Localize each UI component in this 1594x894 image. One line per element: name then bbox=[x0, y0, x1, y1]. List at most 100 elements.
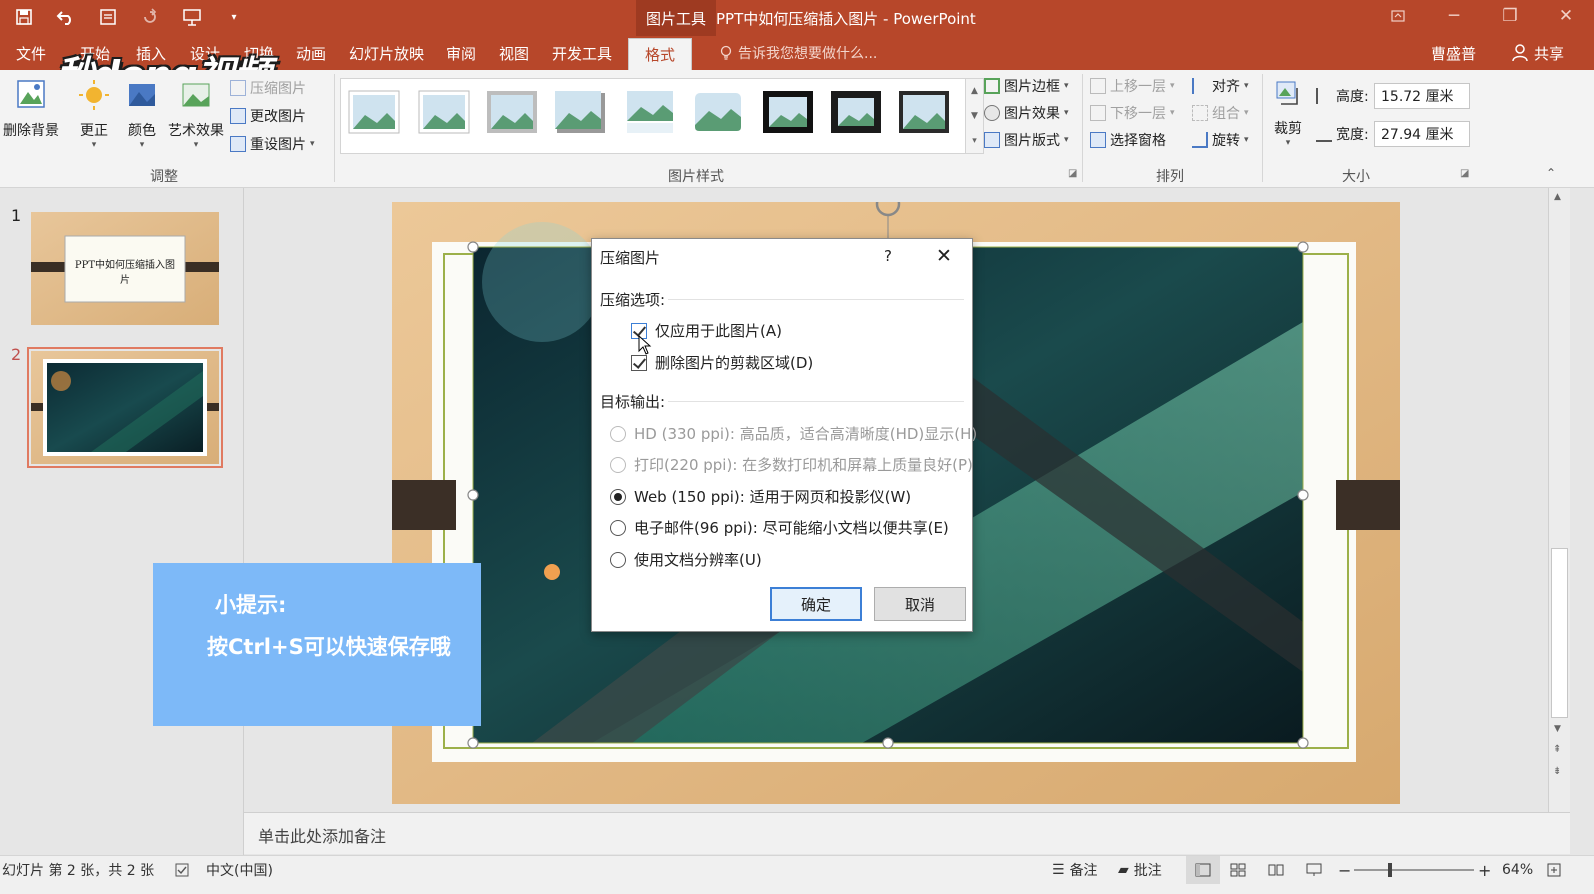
spell-check-icon[interactable] bbox=[174, 856, 190, 884]
language-indicator[interactable]: 中文(中国) bbox=[206, 856, 273, 884]
user-name[interactable]: 曹盛普 bbox=[1431, 36, 1476, 70]
comments-toggle[interactable]: ▰ 批注 bbox=[1118, 856, 1162, 884]
gallery-up-icon[interactable]: ▲ bbox=[971, 86, 978, 96]
tell-me-search[interactable]: 告诉我您想要做什么... bbox=[720, 36, 877, 70]
redo-icon[interactable] bbox=[136, 4, 164, 30]
cancel-button[interactable]: 取消 bbox=[874, 587, 966, 621]
tab-view[interactable]: 视图 bbox=[499, 36, 529, 70]
next-slide-icon[interactable]: ⇟ bbox=[1553, 766, 1561, 777]
collapse-ribbon-icon[interactable]: ⌃ bbox=[1546, 166, 1556, 180]
radio-print-row[interactable]: 打印(220 ppi): 在多数打印机和屏幕上质量良好(P) bbox=[610, 454, 973, 475]
close-icon[interactable]: ✕ bbox=[932, 245, 956, 267]
radio-web-row[interactable]: Web (150 ppi): 适用于网页和投影仪(W) bbox=[610, 486, 911, 507]
radio-web[interactable] bbox=[610, 488, 626, 505]
ok-button[interactable]: 确定 bbox=[770, 587, 862, 621]
notes-toggle[interactable]: ☰ 备注 bbox=[1052, 856, 1098, 884]
apply-only-checkbox-row[interactable]: 仅应用于此图片(A) bbox=[631, 320, 782, 341]
tab-slideshow[interactable]: 幻灯片放映 bbox=[349, 36, 424, 70]
align-button[interactable]: 对齐 ▾ bbox=[1192, 76, 1249, 96]
picture-styles-launcher-icon[interactable]: ◪ bbox=[1068, 168, 1077, 179]
radio-document-resolution[interactable] bbox=[610, 551, 626, 568]
gallery-scroll[interactable]: ▲ ▼ ▾ bbox=[966, 78, 984, 154]
style-thumb-beveled[interactable] bbox=[485, 89, 539, 135]
group-button[interactable]: 组合 ▾ bbox=[1192, 103, 1249, 123]
picture-layout-button[interactable]: 图片版式 ▾ bbox=[984, 130, 1069, 150]
style-thumb-black-shadow[interactable] bbox=[829, 89, 883, 135]
presenter-icon[interactable] bbox=[178, 4, 206, 30]
style-thumb-soft-edge[interactable] bbox=[417, 89, 471, 135]
radio-email[interactable] bbox=[610, 519, 626, 536]
slide-thumbnail-2[interactable] bbox=[27, 347, 223, 468]
style-thumb-thick-black[interactable] bbox=[761, 89, 815, 135]
width-input[interactable]: 27.94 厘米 bbox=[1374, 121, 1470, 147]
notes-pane[interactable]: 单击此处添加备注 bbox=[244, 812, 1570, 854]
help-button[interactable]: ? bbox=[878, 245, 898, 267]
picture-effects-button[interactable]: 图片效果 ▾ bbox=[984, 103, 1069, 123]
start-from-beginning-icon[interactable] bbox=[94, 4, 122, 30]
height-input[interactable]: 15.72 厘米 bbox=[1374, 83, 1470, 109]
radio-email-row[interactable]: 电子邮件(96 ppi): 尽可能缩小文档以便共享(E) bbox=[610, 517, 949, 538]
reading-view-icon[interactable] bbox=[1268, 856, 1284, 884]
bring-forward-button[interactable]: 上移一层 ▾ bbox=[1090, 76, 1175, 96]
zoom-slider-track[interactable] bbox=[1354, 869, 1474, 871]
gallery-more-icon[interactable]: ▾ bbox=[972, 136, 977, 146]
remove-background-button[interactable]: 删除背景 bbox=[2, 78, 60, 140]
artistic-effects-button[interactable]: 艺术效果 ▾ bbox=[164, 78, 228, 150]
zoom-slider-thumb[interactable] bbox=[1388, 863, 1392, 877]
scroll-up-icon[interactable]: ▲ bbox=[1554, 192, 1561, 202]
radio-hd[interactable] bbox=[610, 425, 626, 442]
slide-sorter-icon[interactable] bbox=[1230, 856, 1246, 884]
send-backward-button[interactable]: 下移一层 ▾ bbox=[1090, 103, 1175, 123]
style-thumb-drop-shadow[interactable] bbox=[553, 89, 607, 135]
color-button[interactable]: 颜色 ▾ bbox=[120, 78, 164, 150]
zoom-in-icon[interactable]: + bbox=[1478, 856, 1491, 884]
reset-picture-button[interactable]: 重设图片 ▾ bbox=[230, 134, 315, 154]
restore-icon[interactable]: ❐ bbox=[1482, 0, 1538, 32]
style-thumb-rounded[interactable] bbox=[691, 89, 745, 135]
slideshow-view-icon[interactable] bbox=[1306, 856, 1322, 884]
style-thumb-reflected[interactable] bbox=[623, 89, 677, 135]
zoom-level[interactable]: 64% bbox=[1502, 856, 1533, 884]
share-button[interactable]: 共享 bbox=[1512, 36, 1564, 70]
slide-1-caption: PPT中如何压缩插入图片 bbox=[74, 260, 176, 286]
radio-document-resolution-row[interactable]: 使用文档分辨率(U) bbox=[610, 549, 762, 570]
style-thumb-simple-frame[interactable] bbox=[347, 89, 401, 135]
size-launcher-icon[interactable]: ◪ bbox=[1460, 168, 1469, 179]
radio-print[interactable] bbox=[610, 456, 626, 473]
tab-format[interactable]: 格式 bbox=[628, 38, 693, 70]
minimize-icon[interactable]: ─ bbox=[1426, 0, 1482, 32]
style-thumb-metal-frame[interactable] bbox=[897, 89, 951, 135]
compress-pictures-icon bbox=[230, 80, 246, 96]
delete-crop-checkbox-row[interactable]: 删除图片的剪裁区域(D) bbox=[631, 352, 813, 373]
undo-icon[interactable] bbox=[52, 4, 80, 30]
compress-pictures-button[interactable]: 压缩图片 bbox=[230, 78, 306, 98]
tab-developer[interactable]: 开发工具 bbox=[552, 36, 612, 70]
tab-review[interactable]: 审阅 bbox=[446, 36, 476, 70]
delete-crop-checkbox[interactable] bbox=[631, 354, 647, 371]
vertical-scrollbar[interactable]: ▲ ▼ ⇞ ⇟ bbox=[1548, 188, 1570, 812]
corrections-button[interactable]: 更正 ▾ bbox=[72, 78, 116, 150]
normal-view-icon[interactable] bbox=[1186, 856, 1220, 884]
target-output-heading: 目标输出: bbox=[600, 393, 666, 411]
change-picture-button[interactable]: 更改图片 bbox=[230, 106, 306, 126]
scroll-down-icon[interactable]: ▼ bbox=[1554, 724, 1561, 734]
picture-border-button[interactable]: 图片边框 ▾ bbox=[984, 76, 1069, 96]
scroll-thumb[interactable] bbox=[1551, 548, 1568, 718]
section-divider bbox=[668, 299, 964, 300]
rotate-button[interactable]: 旋转 ▾ bbox=[1192, 130, 1249, 150]
previous-slide-icon[interactable]: ⇞ bbox=[1553, 744, 1561, 755]
picture-effects-icon bbox=[984, 105, 1000, 121]
ribbon-display-options-icon[interactable] bbox=[1370, 0, 1426, 32]
fit-slide-icon[interactable] bbox=[1546, 856, 1562, 884]
slide-thumbnail-1[interactable]: PPT中如何压缩插入图片 bbox=[31, 212, 219, 325]
selection-pane-button[interactable]: 选择窗格 bbox=[1090, 130, 1166, 150]
customize-qat-icon[interactable]: ▾ bbox=[220, 4, 248, 30]
tab-file[interactable]: 文件 bbox=[16, 36, 46, 70]
save-icon[interactable] bbox=[10, 4, 38, 30]
gallery-down-icon[interactable]: ▼ bbox=[971, 111, 978, 121]
crop-button[interactable]: 裁剪 ▾ bbox=[1268, 76, 1308, 148]
zoom-out-icon[interactable]: − bbox=[1338, 856, 1351, 884]
radio-hd-row[interactable]: HD (330 ppi): 高品质，适合高清晰度(HD)显示(H) bbox=[610, 423, 977, 444]
tab-animations[interactable]: 动画 bbox=[296, 36, 326, 70]
close-window-icon[interactable]: ✕ bbox=[1538, 0, 1594, 32]
